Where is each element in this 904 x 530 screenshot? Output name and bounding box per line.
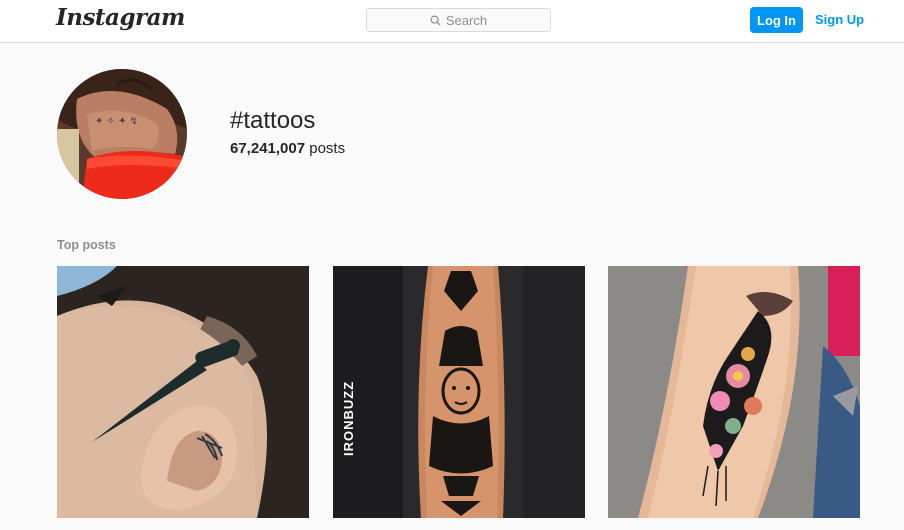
search-input[interactable]: Search — [366, 8, 551, 32]
top-post-2[interactable]: IRONBUZZ — [333, 266, 585, 518]
hashtag-avatar: ✦ ✧ ✦ ↯ — [57, 69, 187, 199]
floral-woman-forearm-tattoo-photo — [608, 266, 860, 518]
blackwork-forearm-tattoo-photo: IRONBUZZ — [333, 266, 585, 518]
post-count-suffix: posts — [305, 140, 346, 157]
top-navigation-bar: Instagram Search Log In Sign Up — [0, 0, 904, 43]
post-count-value: 67,241,007 — [230, 140, 306, 157]
sign-up-link[interactable]: Sign Up — [815, 12, 864, 27]
svg-text:✦ ✧ ✦ ↯: ✦ ✧ ✦ ↯ — [95, 116, 138, 127]
search-icon — [430, 15, 441, 26]
top-post-3[interactable] — [608, 266, 860, 518]
top-posts-heading: Top posts — [57, 238, 116, 252]
log-in-button[interactable]: Log In — [750, 7, 803, 33]
shoulder-tattoo-avatar-image: ✦ ✧ ✦ ↯ — [57, 69, 187, 199]
dagger-and-web-tattoo-photo — [57, 266, 309, 518]
instagram-logo[interactable]: Instagram — [56, 4, 185, 31]
top-post-1[interactable] — [57, 266, 309, 518]
search-placeholder: Search — [445, 12, 488, 28]
hashtag-title: #tattoos — [230, 107, 316, 134]
post-count: 67,241,007 posts — [230, 140, 345, 157]
ironbuzz-watermark: IRONBUZZ — [341, 381, 356, 456]
